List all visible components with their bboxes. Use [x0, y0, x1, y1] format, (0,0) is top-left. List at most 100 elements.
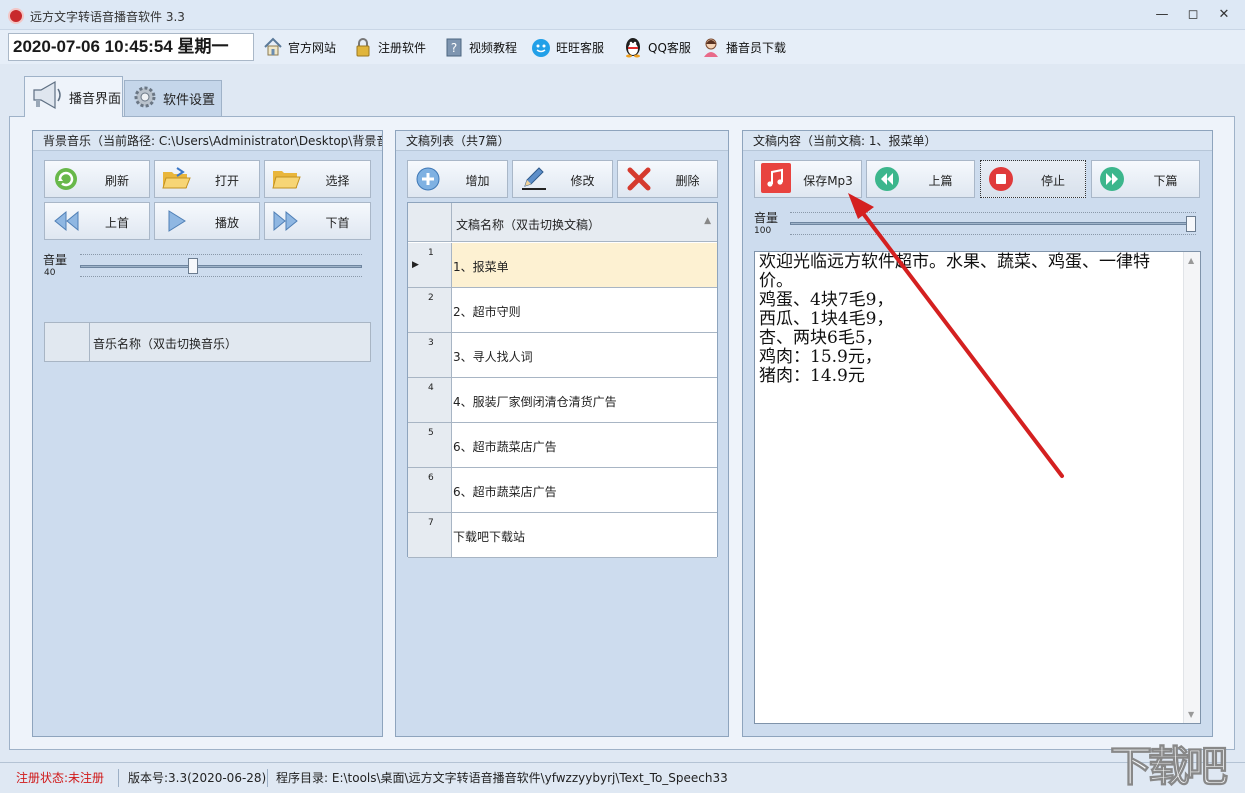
minimize-button[interactable]: —: [1150, 6, 1174, 24]
next-track-label: 下首: [325, 216, 350, 230]
row-header[interactable]: 1 ▶: [408, 243, 452, 287]
version-label: 版本号:3.3(2020-06-28): [128, 771, 267, 785]
select-button[interactable]: 选择: [264, 160, 371, 198]
wangwang-service-link[interactable]: 旺旺客服: [530, 35, 604, 59]
wangwang-service-label: 旺旺客服: [556, 40, 605, 55]
folder-icon: [271, 166, 301, 192]
music-name-column[interactable]: 音乐名称（双击切换音乐）: [93, 335, 237, 352]
document-row[interactable]: 4 4、服装厂家倒闭清仓清货广告: [408, 378, 717, 423]
tab-broadcast-label: 播音界面: [69, 91, 122, 107]
music-volume-value: 40: [44, 268, 56, 278]
content-volume-slider[interactable]: [790, 222, 1196, 225]
add-document-button[interactable]: 增加: [407, 160, 508, 198]
delete-document-button[interactable]: 删除: [617, 160, 718, 198]
save-mp3-button[interactable]: 保存Mp3: [754, 160, 862, 198]
tab-broadcast[interactable]: 播音界面: [24, 76, 123, 117]
document-name-cell[interactable]: 6、超市蔬菜店广告: [453, 438, 557, 455]
refresh-icon: [51, 166, 81, 192]
music-volume-ticks-top: [80, 254, 362, 256]
previous-track-button[interactable]: 上首: [44, 202, 150, 240]
toolbar: 2020-07-06 10:45:54 星期一 官方网站 注册软件 ? 视频教程…: [0, 30, 1245, 64]
tab-settings-label: 软件设置: [163, 93, 216, 108]
gear-icon: [131, 83, 159, 115]
fast-forward-icon: [271, 208, 301, 234]
music-volume-thumb[interactable]: [187, 258, 198, 274]
row-number: 1: [428, 248, 434, 258]
document-row[interactable]: 7 下载吧下载站: [408, 513, 717, 558]
refresh-button[interactable]: 刷新: [44, 160, 150, 198]
edit-document-label: 修改: [570, 174, 595, 188]
home-icon: [262, 36, 284, 58]
previous-document-button[interactable]: 上篇: [866, 160, 975, 198]
document-name-cell[interactable]: 4、服装厂家倒闭清仓清货广告: [453, 393, 617, 410]
maximize-button[interactable]: ◻: [1181, 6, 1205, 24]
document-name-column[interactable]: 文稿名称（双击切换文稿）: [456, 216, 600, 233]
music-volume-ticks-bottom: [80, 276, 362, 278]
tab-settings[interactable]: 软件设置: [124, 80, 222, 116]
row-header[interactable]: 2: [408, 288, 452, 332]
music-volume-slider[interactable]: [80, 265, 362, 268]
fast-forward-circle-icon: [1098, 166, 1128, 192]
document-row[interactable]: 6 6、超市蔬菜店广告: [408, 468, 717, 513]
document-name-cell[interactable]: 2、超市守则: [453, 303, 521, 320]
qq-penguin-icon: [622, 36, 644, 58]
video-tutorial-label: 视频教程: [469, 40, 518, 55]
row-header[interactable]: 5: [408, 423, 452, 467]
video-tutorial-link[interactable]: ? 视频教程: [443, 35, 517, 59]
music-grid-row-header: [45, 323, 90, 361]
content-volume-ticks-top: [790, 212, 1196, 214]
row-header[interactable]: 6: [408, 468, 452, 512]
close-button[interactable]: ✕: [1212, 6, 1236, 24]
next-track-button[interactable]: 下首: [264, 202, 371, 240]
play-label: 播放: [214, 216, 239, 230]
document-row[interactable]: 1 ▶ 1、报菜单: [408, 243, 717, 288]
register-label: 注册软件: [378, 40, 427, 55]
edit-document-button[interactable]: 修改: [512, 160, 613, 198]
open-button[interactable]: 打开: [154, 160, 260, 198]
scroll-down-icon[interactable]: ▼: [1188, 710, 1194, 719]
register-link[interactable]: 注册软件: [352, 35, 426, 59]
document-name-cell[interactable]: 下载吧下载站: [453, 528, 525, 545]
document-name-cell[interactable]: 3、寻人找人词: [453, 348, 533, 365]
datetime-display: 2020-07-06 10:45:54 星期一: [8, 33, 254, 61]
row-header[interactable]: 4: [408, 378, 452, 422]
content-volume-thumb[interactable]: [1186, 216, 1196, 232]
qq-service-label: QQ客服: [648, 40, 691, 55]
title-bar: 远方文字转语音播音软件 3.3 — ◻ ✕: [0, 0, 1245, 30]
official-site-label: 官方网站: [288, 40, 337, 55]
row-header[interactable]: 7: [408, 513, 452, 557]
qq-service-link[interactable]: QQ客服: [622, 35, 691, 59]
megaphone-icon: [31, 80, 65, 114]
stop-button[interactable]: 停止: [980, 160, 1086, 198]
music-grid-header: 音乐名称（双击切换音乐）: [44, 322, 371, 362]
document-row[interactable]: 3 3、寻人找人词: [408, 333, 717, 378]
stop-circle-icon: [987, 166, 1017, 192]
scroll-up-icon[interactable]: ▲: [1188, 256, 1194, 265]
document-name-cell[interactable]: 1、报菜单: [453, 258, 509, 275]
next-document-button[interactable]: 下篇: [1091, 160, 1200, 198]
refresh-label: 刷新: [104, 174, 129, 188]
play-button[interactable]: 播放: [154, 202, 260, 240]
announcer-download-link[interactable]: 播音员下载: [700, 35, 786, 59]
row-number: 7: [428, 518, 434, 528]
row-number: 5: [428, 428, 434, 438]
row-header[interactable]: 3: [408, 333, 452, 377]
document-row[interactable]: 5 6、超市蔬菜店广告: [408, 423, 717, 468]
document-name-cell[interactable]: 6、超市蔬菜店广告: [453, 483, 557, 500]
program-directory: 程序目录: E:\tools\桌面\远方文字转语音播音软件\yfwzzyybyr…: [276, 771, 728, 785]
delete-x-icon: [624, 166, 654, 192]
doc-panel-title: 文稿列表（共7篇）: [396, 131, 728, 151]
registration-status: 注册状态:未注册: [16, 771, 105, 785]
play-icon: [161, 208, 191, 234]
document-text[interactable]: 欢迎光临远方软件超市。水果、蔬菜、鸡蛋、一律特价。 鸡蛋、4块7毛9， 西瓜、1…: [759, 253, 1179, 386]
add-document-label: 增加: [465, 174, 490, 188]
announcer-icon: [700, 36, 722, 58]
row-number: 4: [428, 383, 434, 393]
document-text-area[interactable]: 欢迎光临远方软件超市。水果、蔬菜、鸡蛋、一律特价。 鸡蛋、4块7毛9， 西瓜、1…: [754, 251, 1201, 724]
official-site-link[interactable]: 官方网站: [262, 35, 336, 59]
document-row[interactable]: 2 2、超市守则: [408, 288, 717, 333]
rewind-circle-icon: [873, 166, 903, 192]
next-document-label: 下篇: [1153, 174, 1178, 188]
document-grid-header: 文稿名称（双击切换文稿） ▲: [408, 203, 717, 242]
text-scrollbar[interactable]: ▲ ▼: [1183, 252, 1200, 723]
